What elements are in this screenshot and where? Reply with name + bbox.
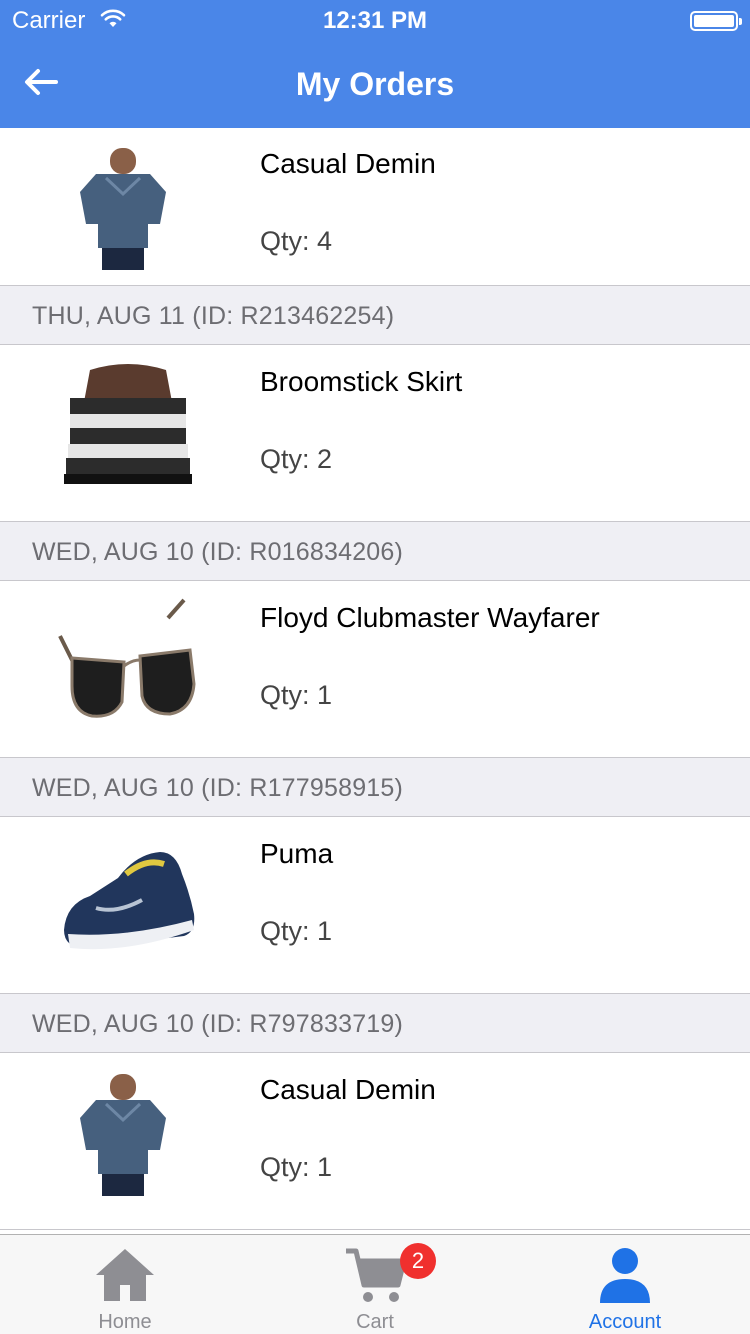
product-image-casual-demin: [56, 144, 200, 270]
list-divider: [0, 1229, 750, 1230]
product-qty: Qty: 2: [260, 444, 333, 474]
nav-bar: My Orders: [0, 40, 750, 128]
tab-home[interactable]: Home: [0, 1235, 250, 1334]
order-date-label: WED, AUG 10 (ID: R177958915): [32, 774, 404, 802]
tab-bar: Home 2 Cart Account: [0, 1234, 750, 1334]
tab-account[interactable]: Account: [500, 1235, 750, 1334]
product-image-sneaker: [56, 834, 200, 960]
product-name: Broomstick Skirt: [260, 366, 463, 397]
order-item[interactable]: Puma Qty: 1: [0, 818, 750, 976]
top-bar: Carrier 12:31 PM My Orders: [0, 0, 750, 128]
account-icon: [600, 1248, 650, 1303]
product-qty: Qty: 4: [260, 226, 333, 256]
product-name: Casual Demin: [260, 1074, 436, 1105]
order-date-label: THU, AUG 11 (ID: R213462254): [32, 302, 395, 330]
product-image-sunglasses: [56, 598, 200, 724]
tab-label-home: Home: [98, 1311, 152, 1333]
tab-cart[interactable]: 2 Cart: [250, 1235, 500, 1334]
page-title: My Orders: [295, 66, 455, 102]
order-item[interactable]: Casual Demin Qty: 4: [0, 128, 750, 286]
tab-label-account: Account: [588, 1311, 662, 1333]
cart-badge: 2: [400, 1243, 436, 1279]
product-qty: Qty: 1: [260, 1152, 333, 1182]
order-item[interactable]: Casual Demin Qty: 1: [0, 1054, 750, 1212]
home-icon: [96, 1249, 154, 1301]
order-date-header: WED, AUG 10 (ID: R177958915): [0, 757, 750, 817]
product-qty: Qty: 1: [260, 916, 333, 946]
order-date-label: WED, AUG 10 (ID: R797833719): [32, 1010, 404, 1038]
status-time: 12:31 PM: [322, 7, 428, 34]
tab-label-cart: Cart: [356, 1311, 394, 1333]
order-date-header: THU, AUG 11 (ID: R213462254): [0, 285, 750, 345]
cart-icon: [346, 1248, 406, 1302]
status-bar: Carrier 12:31 PM: [0, 0, 750, 40]
order-date-header: WED, AUG 10 (ID: R016834206): [0, 521, 750, 581]
product-image-casual-demin: [56, 1070, 200, 1196]
battery-icon: [690, 11, 742, 31]
order-date-label: WED, AUG 10 (ID: R016834206): [32, 538, 404, 566]
order-item[interactable]: Floyd Clubmaster Wayfarer Qty: 1: [0, 582, 750, 740]
product-name: Casual Demin: [260, 148, 436, 179]
product-name: Puma: [260, 838, 334, 869]
orders-list[interactable]: Casual Demin Qty: 4 THU, AUG 11 (ID: R21…: [0, 128, 750, 1234]
product-qty: Qty: 1: [260, 680, 333, 710]
product-name: Floyd Clubmaster Wayfarer: [260, 602, 600, 633]
product-image-broomstick-skirt: [56, 362, 200, 488]
order-item[interactable]: Broomstick Skirt Qty: 2: [0, 346, 750, 504]
order-date-header: WED, AUG 10 (ID: R797833719): [0, 993, 750, 1053]
